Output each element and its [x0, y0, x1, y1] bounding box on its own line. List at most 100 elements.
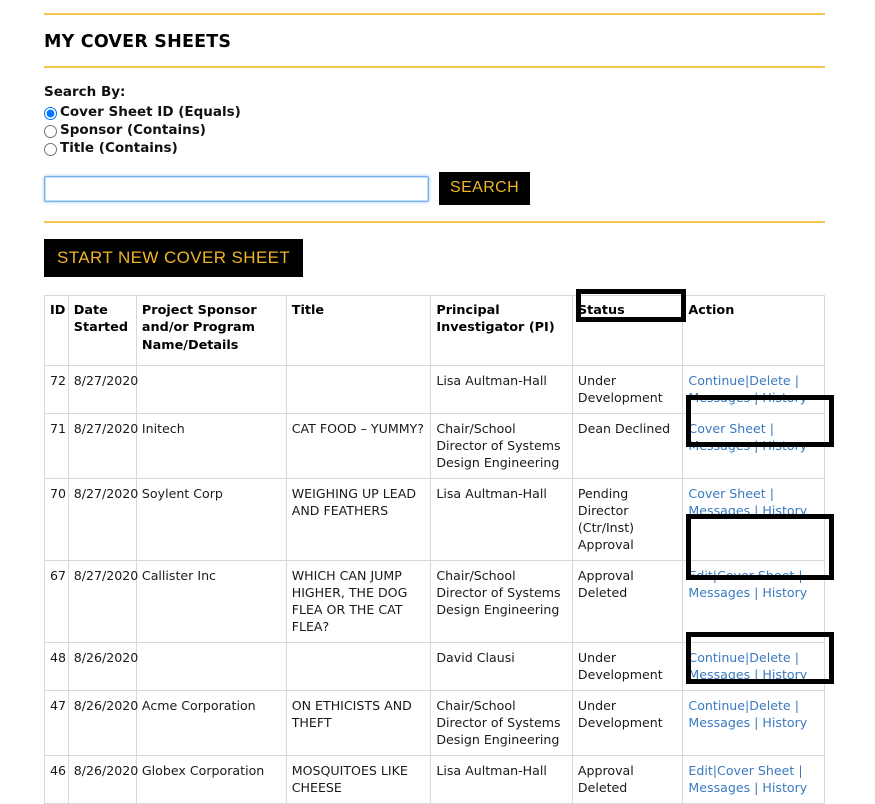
cover-sheets-table: ID Date Started Project Sponsor and/or P…	[44, 295, 825, 804]
column-header-principal-investigator: Principal Investigator (PI)	[430, 295, 573, 366]
cell-sponsor	[135, 642, 287, 691]
action-link-history[interactable]: History	[762, 390, 807, 405]
search-by-label: Search By:	[44, 84, 126, 100]
cell-id: 67	[44, 560, 69, 643]
radio-input-title[interactable]	[44, 142, 57, 156]
radio-input-cover-sheet-id[interactable]	[44, 106, 57, 120]
action-link-history[interactable]: History	[762, 503, 807, 518]
cell-sponsor: Soylent Corp	[135, 478, 287, 561]
cell-date: 8/27/2020	[67, 413, 138, 479]
action-link-edit[interactable]: Edit	[688, 568, 712, 583]
page-title: MY COVER SHEETS	[44, 32, 232, 52]
cell-pi: Chair/School Director of Systems Design …	[430, 413, 573, 479]
cell-pi: Lisa Aultman-Hall	[430, 365, 573, 414]
cell-action: Cover Sheet | Messages | History	[682, 478, 825, 561]
radio-option-sponsor[interactable]: Sponsor (Contains)	[44, 122, 825, 140]
cell-sponsor	[135, 365, 287, 414]
radio-input-sponsor[interactable]	[44, 124, 57, 138]
action-link-cover-sheet[interactable]: Cover Sheet	[717, 763, 794, 778]
cell-title	[285, 365, 432, 414]
action-link-history[interactable]: History	[762, 438, 807, 453]
cell-action: Continue|Delete | Messages | History	[682, 690, 825, 756]
search-input[interactable]	[44, 175, 429, 202]
link-separator: |	[750, 667, 763, 682]
radio-option-title[interactable]: Title (Contains)	[44, 140, 825, 158]
cell-status: Approval Deleted	[571, 755, 684, 804]
action-link-delete[interactable]: Delete	[749, 698, 790, 713]
action-link-cover-sheet[interactable]: Cover Sheet	[717, 568, 794, 583]
cell-date: 8/26/2020	[67, 690, 138, 756]
action-link-cover-sheet[interactable]: Cover Sheet	[688, 421, 765, 436]
divider-under-title	[44, 66, 825, 68]
table-row: 47 8/26/2020 Acme Corporation ON ETHICISTS …	[44, 690, 825, 756]
start-new-cover-sheet-button[interactable]: START NEW COVER SHEET	[44, 239, 304, 277]
table-row: 71 8/27/2020 Initech CAT FOOD – YUMMY? Chair…	[44, 413, 825, 479]
cell-action: Edit|Cover Sheet | Messages | History	[682, 755, 825, 804]
cell-date: 8/27/2020	[67, 365, 138, 414]
action-link-messages[interactable]: Messages	[688, 667, 750, 682]
action-link-cover-sheet[interactable]: Cover Sheet	[688, 486, 765, 501]
action-link-continue[interactable]: Continue	[688, 650, 745, 665]
table-body: 72 8/27/2020 Lisa Aultman-Hall Under Develo…	[44, 365, 825, 804]
cell-pi: Lisa Aultman-Hall	[430, 755, 573, 804]
action-link-history[interactable]: History	[762, 715, 807, 730]
cell-sponsor: Initech	[135, 413, 287, 479]
action-link-messages[interactable]: Messages	[688, 503, 750, 518]
action-link-edit[interactable]: Edit	[688, 763, 712, 778]
action-link-messages[interactable]: Messages	[688, 390, 750, 405]
table-row: 48 8/26/2020 David Clausi Under Development…	[44, 642, 825, 691]
radio-label-cover-sheet-id[interactable]: Cover Sheet ID (Equals)	[60, 106, 241, 120]
link-separator: |	[790, 698, 799, 713]
link-separator: |	[765, 421, 774, 436]
link-separator: |	[750, 390, 763, 405]
cell-date: 8/27/2020	[67, 560, 138, 643]
action-link-messages[interactable]: Messages	[688, 715, 750, 730]
cell-sponsor: Callister Inc	[135, 560, 287, 643]
action-link-history[interactable]: History	[762, 780, 807, 795]
link-separator: |	[750, 715, 763, 730]
cell-date: 8/26/2020	[67, 642, 138, 691]
cell-title: WHICH CAN JUMP HIGHER, THE DOG FLEA OR T…	[285, 560, 432, 643]
action-link-messages[interactable]: Messages	[688, 438, 750, 453]
table-header-row: ID Date Started Project Sponsor and/or P…	[44, 295, 825, 366]
cell-title: CAT FOOD – YUMMY?	[285, 413, 432, 479]
cell-id: 48	[44, 642, 69, 691]
column-header-action: Action	[682, 295, 825, 366]
action-link-continue[interactable]: Continue	[688, 698, 745, 713]
divider-top	[44, 13, 825, 15]
cell-status: Dean Declined	[571, 413, 684, 479]
column-header-status: Status	[571, 295, 684, 366]
cell-action: Continue|Delete | Messages | History	[682, 365, 825, 414]
radio-option-cover-sheet-id[interactable]: Cover Sheet ID (Equals)	[44, 104, 825, 122]
action-link-messages[interactable]: Messages	[688, 780, 750, 795]
cell-title: ON ETHICISTS AND THEFT	[285, 690, 432, 756]
cell-action: Cover Sheet | Messages | History	[682, 413, 825, 479]
column-header-project-sponsor: Project Sponsor and/or Program Name/Deta…	[135, 295, 287, 366]
radio-label-sponsor[interactable]: Sponsor (Contains)	[60, 124, 206, 138]
action-link-continue[interactable]: Continue	[688, 373, 745, 388]
cell-action: Edit|Cover Sheet | Messages | History	[682, 560, 825, 643]
cell-date: 8/27/2020	[67, 478, 138, 561]
action-link-delete[interactable]: Delete	[749, 373, 790, 388]
cell-sponsor: Acme Corporation	[135, 690, 287, 756]
column-header-id: ID	[44, 295, 69, 366]
cell-id: 46	[44, 755, 69, 804]
table-row: 72 8/27/2020 Lisa Aultman-Hall Under Develo…	[44, 365, 825, 414]
cell-pi: Chair/School Director of Systems Design …	[430, 690, 573, 756]
table-header: ID Date Started Project Sponsor and/or P…	[44, 295, 825, 366]
table-row: 70 8/27/2020 Soylent Corp WEIGHING UP LEAD …	[44, 478, 825, 561]
search-button[interactable]: SEARCH	[439, 172, 531, 205]
cell-status: Approval Deleted	[571, 560, 684, 643]
cell-status: Under Development	[571, 365, 684, 414]
cell-action: Continue|Delete | Messages | History	[682, 642, 825, 691]
cell-pi: David Clausi	[430, 642, 573, 691]
search-row: SEARCH	[44, 172, 825, 205]
link-separator: |	[765, 486, 774, 501]
radio-label-title[interactable]: Title (Contains)	[60, 142, 178, 156]
link-separator: |	[750, 585, 763, 600]
action-link-history[interactable]: History	[762, 585, 807, 600]
action-link-history[interactable]: History	[762, 667, 807, 682]
column-header-title: Title	[285, 295, 432, 366]
action-link-messages[interactable]: Messages	[688, 585, 750, 600]
action-link-delete[interactable]: Delete	[749, 650, 790, 665]
